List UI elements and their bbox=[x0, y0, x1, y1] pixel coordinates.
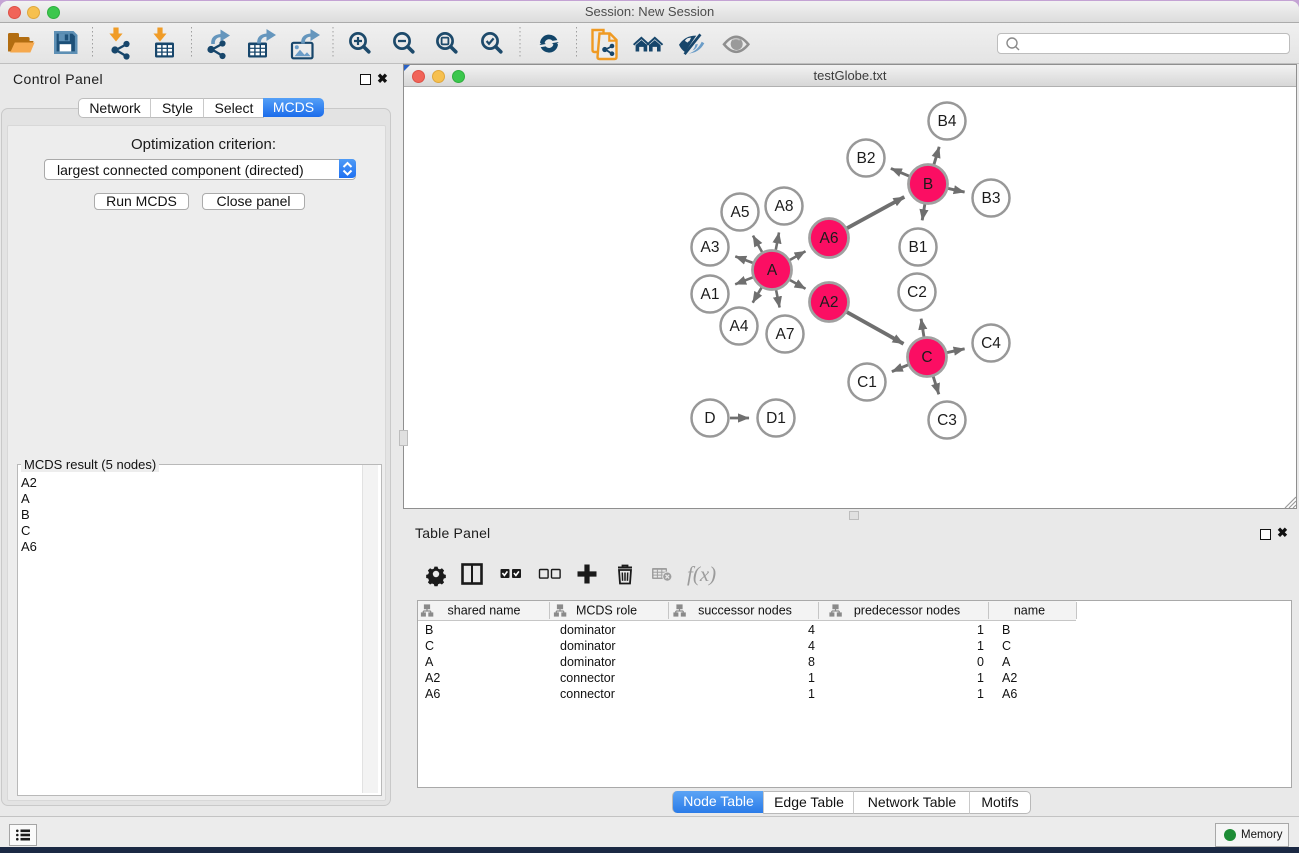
svg-text:dominator: dominator bbox=[560, 623, 616, 637]
svg-text:f(x): f(x) bbox=[687, 562, 716, 586]
svg-text:B: B bbox=[425, 623, 433, 637]
svg-text:1: 1 bbox=[977, 671, 984, 685]
svg-text:C2: C2 bbox=[907, 284, 927, 301]
svg-text:A: A bbox=[767, 262, 778, 279]
svg-text:A6: A6 bbox=[1002, 687, 1017, 701]
svg-text:C3: C3 bbox=[937, 412, 957, 429]
svg-text:B3: B3 bbox=[982, 190, 1001, 207]
svg-text:connector: connector bbox=[560, 687, 615, 701]
svg-text:B: B bbox=[923, 176, 933, 193]
svg-text:D: D bbox=[704, 410, 715, 427]
svg-text:B4: B4 bbox=[938, 113, 957, 130]
svg-text:A5: A5 bbox=[731, 204, 750, 221]
svg-text:0: 0 bbox=[977, 655, 984, 669]
svg-text:predecessor nodes: predecessor nodes bbox=[854, 604, 960, 618]
svg-text:A6: A6 bbox=[425, 687, 440, 701]
svg-text:connector: connector bbox=[560, 671, 615, 685]
svg-text:A2: A2 bbox=[425, 671, 440, 685]
svg-text:1: 1 bbox=[977, 687, 984, 701]
svg-text:MCDS role: MCDS role bbox=[576, 604, 637, 618]
svg-text:C: C bbox=[1002, 639, 1011, 653]
svg-text:A: A bbox=[1002, 655, 1011, 669]
svg-text:C: C bbox=[921, 349, 932, 366]
svg-text:1: 1 bbox=[808, 687, 815, 701]
svg-text:8: 8 bbox=[808, 655, 815, 669]
svg-text:D1: D1 bbox=[766, 410, 786, 427]
svg-text:A8: A8 bbox=[775, 198, 794, 215]
svg-text:C4: C4 bbox=[981, 335, 1001, 352]
svg-text:successor nodes: successor nodes bbox=[698, 604, 792, 618]
svg-text:A6: A6 bbox=[820, 230, 839, 247]
svg-text:A2: A2 bbox=[820, 294, 839, 311]
svg-text:A1: A1 bbox=[701, 286, 720, 303]
svg-text:C: C bbox=[425, 639, 434, 653]
svg-text:A7: A7 bbox=[776, 326, 795, 343]
svg-text:B1: B1 bbox=[909, 239, 928, 256]
svg-text:1: 1 bbox=[977, 639, 984, 653]
svg-text:A4: A4 bbox=[730, 318, 749, 335]
svg-text:B2: B2 bbox=[857, 150, 876, 167]
svg-text:name: name bbox=[1014, 604, 1045, 618]
svg-text:dominator: dominator bbox=[560, 655, 616, 669]
svg-text:A: A bbox=[425, 655, 434, 669]
svg-text:C1: C1 bbox=[857, 374, 877, 391]
svg-text:B: B bbox=[1002, 623, 1010, 637]
svg-text:A3: A3 bbox=[701, 239, 720, 256]
svg-text:4: 4 bbox=[808, 639, 815, 653]
svg-text:A2: A2 bbox=[1002, 671, 1017, 685]
svg-text:shared name: shared name bbox=[448, 604, 521, 618]
svg-text:4: 4 bbox=[808, 623, 815, 637]
svg-text:dominator: dominator bbox=[560, 639, 616, 653]
svg-text:1: 1 bbox=[977, 623, 984, 637]
svg-text:1: 1 bbox=[808, 671, 815, 685]
